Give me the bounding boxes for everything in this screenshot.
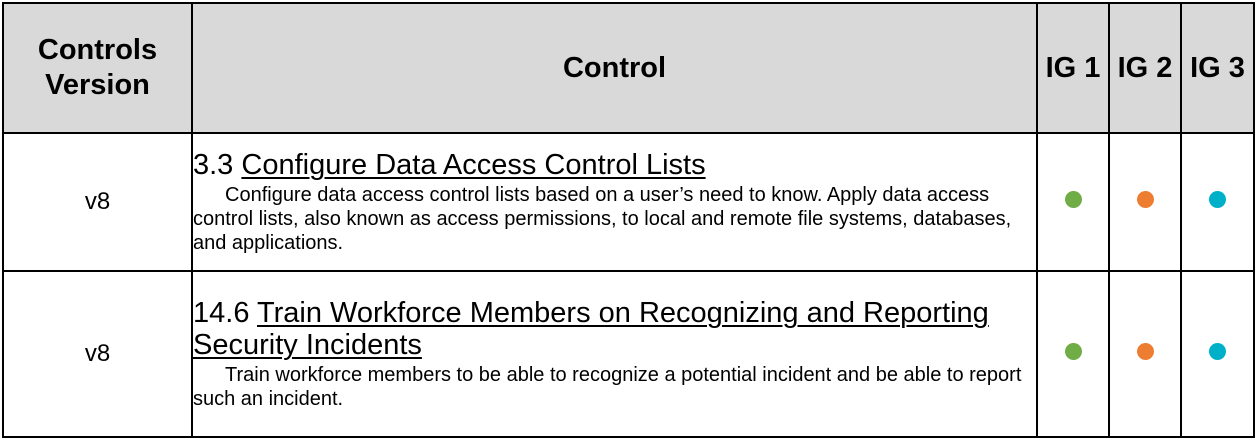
header-ig1: IG 1	[1036, 2, 1110, 134]
ig2-cell	[1108, 270, 1182, 438]
controls-table: Controls Version Control IG 1 IG 2 IG 3 …	[2, 2, 1255, 438]
control-link[interactable]: Train Workforce Members on Recognizing a…	[193, 297, 989, 361]
control-link[interactable]: Configure Data Access Control Lists	[241, 149, 705, 181]
teal-dot-icon	[1209, 343, 1226, 360]
green-dot-icon	[1064, 343, 1082, 360]
ig1-cell	[1036, 132, 1110, 272]
green-dot-icon	[1064, 191, 1082, 208]
controls-version-cell: v8	[2, 270, 193, 438]
header-row: Controls Version Control IG 1 IG 2 IG 3	[2, 2, 1255, 134]
control-title: 14.6 Train Workforce Members on Recogniz…	[193, 297, 1036, 361]
header-control: Control	[191, 2, 1038, 134]
control-number: 14.6	[193, 297, 250, 329]
ig3-cell	[1180, 270, 1255, 438]
orange-dot-icon	[1136, 191, 1154, 208]
ig3-cell	[1180, 132, 1255, 272]
table-row: v8 14.6 Train Workforce Members on Recog…	[2, 270, 1255, 438]
header-ig2: IG 2	[1108, 2, 1182, 134]
orange-dot-icon	[1136, 343, 1154, 360]
header-controls-version: Controls Version	[2, 2, 193, 134]
teal-dot-icon	[1209, 191, 1226, 208]
header-ig3: IG 3	[1180, 2, 1255, 134]
control-number: 3.3	[193, 149, 234, 181]
ig2-cell	[1108, 132, 1182, 272]
control-title: 3.3 Configure Data Access Control Lists	[193, 149, 1036, 181]
table-row: v8 3.3 Configure Data Access Control Lis…	[2, 132, 1255, 272]
control-description: Train workforce members to be able to re…	[193, 364, 1022, 410]
controls-version-cell: v8	[2, 132, 193, 272]
ig1-cell	[1036, 270, 1110, 438]
control-description: Configure data access control lists base…	[193, 184, 1012, 254]
control-cell: 3.3 Configure Data Access Control Lists …	[191, 132, 1038, 272]
control-cell: 14.6 Train Workforce Members on Recogniz…	[191, 270, 1038, 438]
